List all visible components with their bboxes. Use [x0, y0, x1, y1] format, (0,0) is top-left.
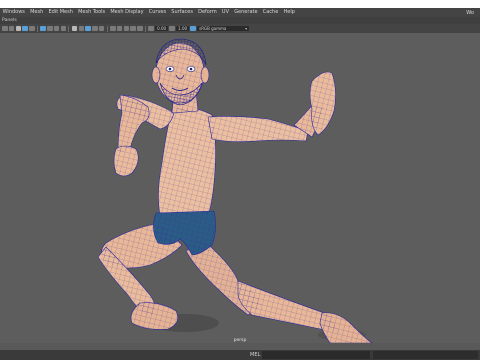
exposure-field[interactable]: 0.00	[155, 25, 169, 32]
use-lights-icon[interactable]	[98, 25, 105, 32]
gate-mask-icon[interactable]	[60, 25, 67, 32]
toolbar-separator	[68, 25, 70, 32]
smooth-shade-icon[interactable]	[78, 25, 85, 32]
wireframe-overlay	[98, 43, 372, 343]
command-line-bar: MEL	[0, 350, 480, 360]
textured-icon[interactable]	[92, 25, 98, 32]
character-model	[97, 38, 373, 343]
menu-mesh-display[interactable]: Mesh Display	[108, 8, 146, 17]
menu-cache[interactable]: Cache	[260, 8, 281, 17]
menu-mesh-tools[interactable]: Mesh Tools	[76, 8, 108, 17]
gamma-field[interactable]: 1.00	[176, 25, 190, 32]
menu-help[interactable]: Help	[281, 8, 298, 17]
wireframe-icon[interactable]	[71, 25, 78, 32]
menu-uv[interactable]: UV	[219, 8, 231, 17]
timeline-strip	[0, 343, 480, 350]
menu-curves[interactable]: Curves	[146, 8, 169, 17]
workspace-label[interactable]: Wo	[466, 10, 480, 16]
select-camera-icon[interactable]	[2, 25, 8, 32]
menu-edit-mesh[interactable]: Edit Mesh	[46, 8, 76, 17]
image-plane-icon[interactable]	[29, 25, 35, 32]
panels-menu[interactable]: Panels	[0, 17, 480, 24]
menu-deform[interactable]: Deform	[196, 8, 220, 17]
menu-mesh[interactable]: Mesh	[28, 8, 46, 17]
resolution-gate-icon[interactable]	[53, 25, 60, 32]
top-margin	[0, 0, 480, 8]
wireframe-on-shaded-icon[interactable]	[85, 25, 91, 32]
command-result-field	[373, 351, 478, 359]
gamma-icon[interactable]	[169, 25, 175, 32]
toolbar-separator	[36, 25, 38, 32]
anti-aliasing-icon[interactable]	[123, 25, 130, 32]
main-menu-bar: Windows Mesh Edit Mesh Mesh Tools Mesh D…	[0, 8, 480, 17]
command-input[interactable]	[262, 351, 370, 359]
maya-window: Windows Mesh Edit Mesh Mesh Tools Mesh D…	[0, 0, 480, 360]
isolate-select-icon[interactable]	[130, 25, 136, 32]
mel-label[interactable]: MEL	[250, 351, 260, 359]
bookmark-icon[interactable]	[22, 25, 28, 32]
view-transform-value: sRGB gamma	[199, 25, 227, 31]
perspective-viewport[interactable]: persp	[0, 33, 480, 343]
film-gate-icon[interactable]	[47, 25, 53, 32]
menu-generate[interactable]: Generate	[232, 8, 261, 17]
camera-attributes-icon[interactable]	[15, 25, 22, 32]
xray-icon[interactable]	[137, 25, 143, 32]
menu-windows[interactable]: Windows	[0, 8, 28, 17]
toolbar-separator	[106, 25, 108, 32]
color-management-icon[interactable]	[190, 25, 196, 32]
grid-icon[interactable]	[40, 25, 46, 32]
toolbar-separator	[145, 25, 147, 32]
chevron-down-icon: ▾	[245, 25, 248, 31]
lock-camera-icon[interactable]	[8, 25, 15, 32]
shadows-icon[interactable]	[110, 25, 116, 32]
view-transform-dropdown[interactable]: sRGB gamma ▾	[197, 25, 250, 32]
viewport-toolbar: 0.00 1.00 sRGB gamma ▾	[0, 24, 480, 33]
exposure-icon[interactable]	[148, 25, 154, 32]
menu-surfaces[interactable]: Surfaces	[169, 8, 196, 17]
ambient-occlusion-icon[interactable]	[116, 25, 123, 32]
